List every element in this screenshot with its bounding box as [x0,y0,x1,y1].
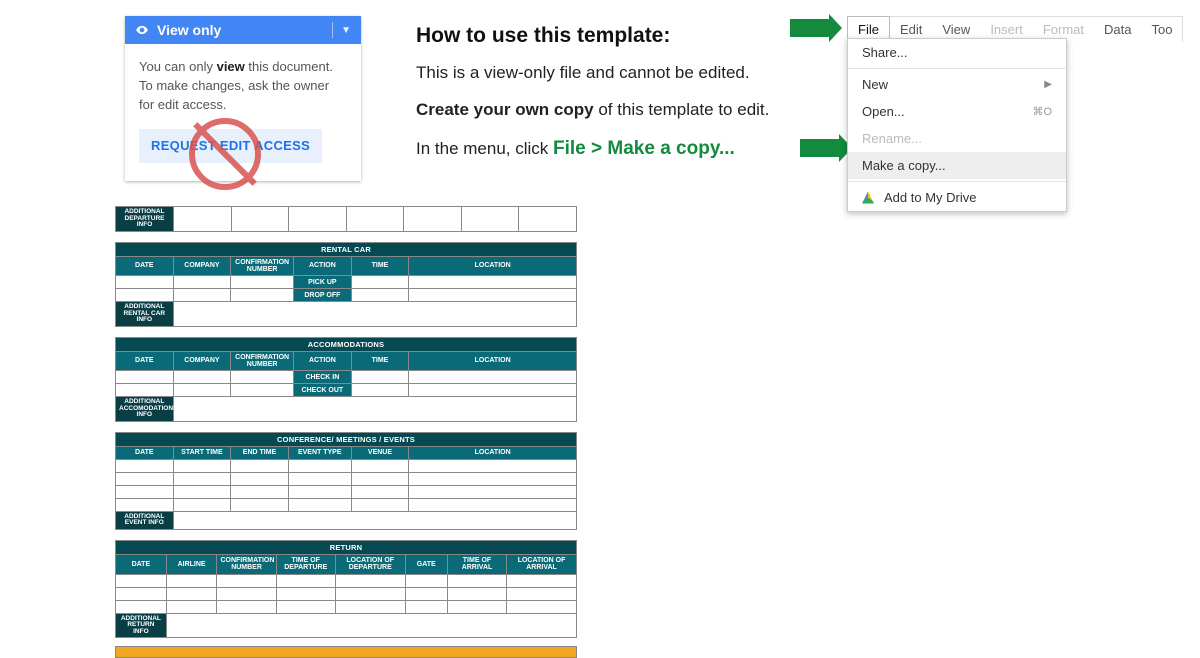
orange-footer-bar [115,646,577,658]
view-only-label: View only [157,22,221,38]
instructions-p3: In the menu, click File > Make a copy... [416,136,846,162]
rental-car-section: RENTAL CAR DATE COMPANY CONFIRMATION NUM… [115,242,577,327]
menu-item-share[interactable]: Share... [848,39,1066,66]
arrow-to-file-menu [790,19,830,37]
chevron-right-icon: ▶ [1044,79,1052,90]
view-only-body: You can only view this document. To make… [125,44,361,181]
menu-item-add-drive[interactable]: Add to My Drive [848,184,1066,211]
conference-section: CONFERENCE/ MEETINGS / EVENTS DATE START… [115,432,577,530]
menu-data[interactable]: Data [1094,17,1141,42]
instructions-p2: Create your own copy of this template to… [416,99,846,122]
arrow-to-make-copy [800,139,840,157]
menu-item-make-copy[interactable]: Make a copy... [848,152,1066,179]
menu-item-open[interactable]: Open...⌘O [848,98,1066,125]
return-section: RETURN DATE AIRLINE CONFIRMATION NUMBER … [115,540,577,638]
menu-item-rename: Rename... [848,125,1066,152]
file-dropdown: Share... New▶ Open...⌘O Rename... Make a… [847,38,1067,212]
forbidden-icon [189,118,261,190]
spreadsheet-preview: ADDITIONAL DEPARTURE INFO RENTAL CAR DAT… [115,206,577,658]
caret-down-icon[interactable]: ▼ [341,25,351,36]
instructions-block: How to use this template: This is a view… [416,24,846,176]
departure-info-row: ADDITIONAL DEPARTURE INFO [115,206,577,232]
instructions-title: How to use this template: [416,24,846,48]
menu-item-new[interactable]: New▶ [848,71,1066,98]
accommodations-section: ACCOMMODATIONS DATE COMPANY CONFIRMATION… [115,337,577,422]
view-only-card: View only ▼ You can only view this docum… [125,16,361,181]
view-only-badge: View only ▼ [125,16,361,44]
drive-icon [862,192,874,204]
menu-tools[interactable]: Too [1141,17,1182,42]
instructions-p1: This is a view-only file and cannot be e… [416,62,846,85]
eye-icon [135,23,149,37]
